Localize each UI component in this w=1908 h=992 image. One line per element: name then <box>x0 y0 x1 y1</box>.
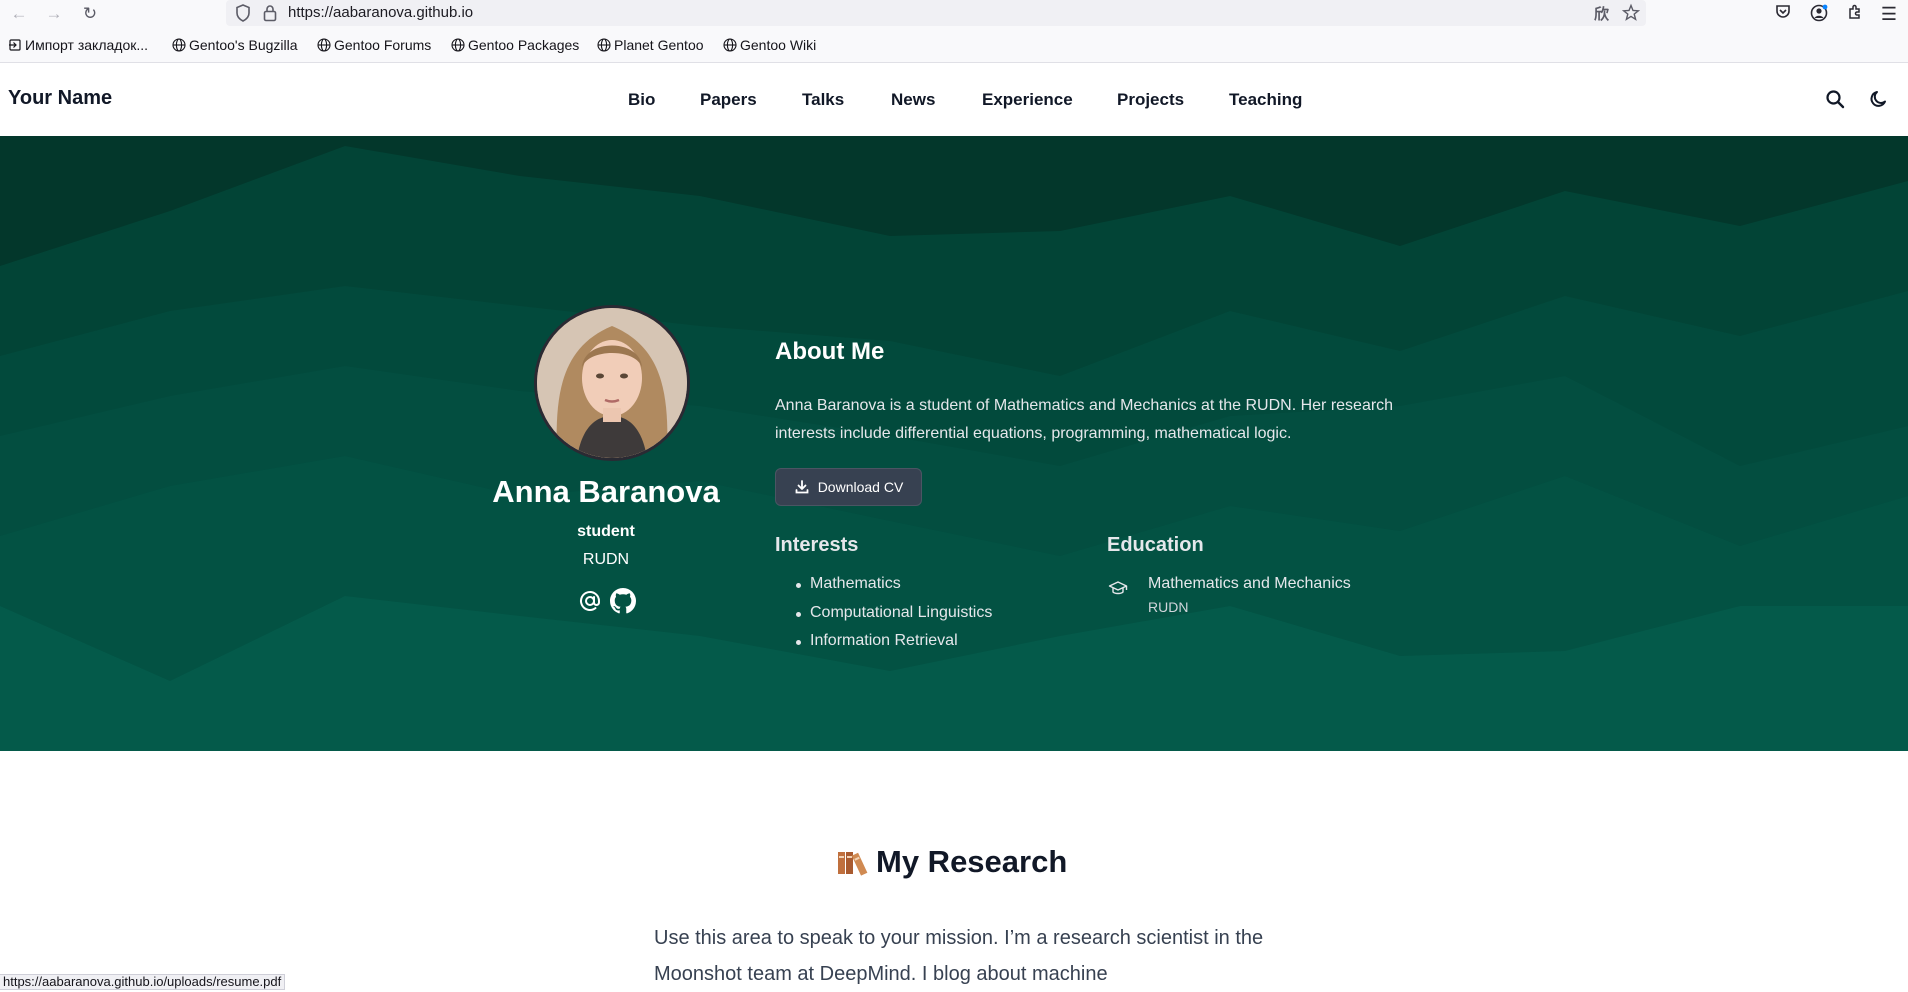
account-icon[interactable] <box>1808 3 1830 25</box>
education-school: RUDN <box>1148 599 1189 615</box>
nav-link-talks[interactable]: Talks <box>802 90 844 110</box>
globe-icon <box>597 38 611 52</box>
bookmark-import[interactable]: Импорт закладок... <box>8 37 148 53</box>
nav-link-news[interactable]: News <box>891 90 935 110</box>
lock-icon[interactable] <box>262 3 278 28</box>
globe-icon <box>172 38 186 52</box>
books-icon <box>838 852 868 876</box>
bookmark-star-icon[interactable] <box>1621 3 1641 28</box>
research-heading-text: My Research <box>876 844 1068 879</box>
bookmark-gentoo-forums[interactable]: Gentoo Forums <box>317 37 431 53</box>
github-icon[interactable] <box>610 588 636 619</box>
menu-icon[interactable]: ☰ <box>1878 3 1900 25</box>
about-text: Anna Baranova is a student of Mathematic… <box>775 397 1394 442</box>
profile-role: student <box>577 523 635 540</box>
research-text: Use this area to speak to your mission. … <box>654 927 1264 985</box>
globe-icon <box>723 38 737 52</box>
url-bar[interactable]: https://aabaranova.github.io 欣 <box>226 0 1646 26</box>
profile-avatar <box>534 305 690 461</box>
nav-link-experience[interactable]: Experience <box>982 90 1073 110</box>
translate-icon[interactable]: 欣 <box>1594 3 1609 24</box>
hero-section: Anna Baranova student RUDN About Me Anna… <box>0 136 1908 751</box>
nav-link-projects[interactable]: Projects <box>1117 90 1184 110</box>
reload-icon[interactable]: ↻ <box>79 3 101 25</box>
dark-mode-moon-icon[interactable] <box>1867 87 1891 111</box>
site-navbar: Your Name Bio Papers Talks News Experien… <box>0 63 1908 137</box>
email-at-icon[interactable] <box>578 589 602 618</box>
bookmark-gentoo-wiki[interactable]: Gentoo Wiki <box>723 37 816 53</box>
list-item: Information Retrieval <box>775 627 992 656</box>
social-links <box>578 588 638 614</box>
nav-link-bio[interactable]: Bio <box>628 90 655 110</box>
graduation-cap-icon <box>1108 578 1128 598</box>
bookmark-planet-gentoo[interactable]: Planet Gentoo <box>597 37 704 53</box>
shield-icon[interactable] <box>234 3 252 28</box>
browser-toolbar: ← → ↻ https://aabaranova.github.io 欣 ☰ <box>0 0 1908 28</box>
globe-icon <box>451 38 465 52</box>
forward-arrow-icon[interactable]: → <box>43 3 65 25</box>
profile-name: Anna Baranova <box>492 474 720 509</box>
interests-heading: Interests <box>775 534 859 556</box>
download-cv-button[interactable]: Download CV <box>775 468 922 506</box>
import-icon <box>9 39 21 51</box>
download-cv-label: Download CV <box>817 479 904 495</box>
research-heading: My Research <box>836 844 1067 880</box>
nav-link-papers[interactable]: Papers <box>700 90 757 110</box>
nav-link-teaching[interactable]: Teaching <box>1229 90 1302 110</box>
education-degree: Mathematics and Mechanics <box>1148 575 1351 592</box>
globe-icon <box>317 38 331 52</box>
education-heading: Education <box>1107 534 1204 556</box>
list-item: Mathematics <box>775 570 992 599</box>
back-arrow-icon[interactable]: ← <box>8 3 30 25</box>
bookmark-gentoo-bugzilla[interactable]: Gentoo's Bugzilla <box>172 37 298 53</box>
download-icon <box>795 480 809 494</box>
bookmarks-bar: Импорт закладок... Gentoo's Bugzilla Gen… <box>0 28 1908 63</box>
url-text[interactable]: https://aabaranova.github.io <box>288 4 473 21</box>
interests-list: Mathematics Computational Linguistics In… <box>775 570 992 656</box>
bookmark-gentoo-packages[interactable]: Gentoo Packages <box>451 37 579 53</box>
pocket-icon[interactable] <box>1772 3 1794 25</box>
extensions-icon[interactable] <box>1844 3 1866 25</box>
search-icon[interactable] <box>1823 87 1847 111</box>
site-title[interactable]: Your Name <box>8 87 112 110</box>
profile-organization: RUDN <box>582 551 630 568</box>
list-item: Computational Linguistics <box>775 599 992 628</box>
about-heading: About Me <box>775 338 885 365</box>
